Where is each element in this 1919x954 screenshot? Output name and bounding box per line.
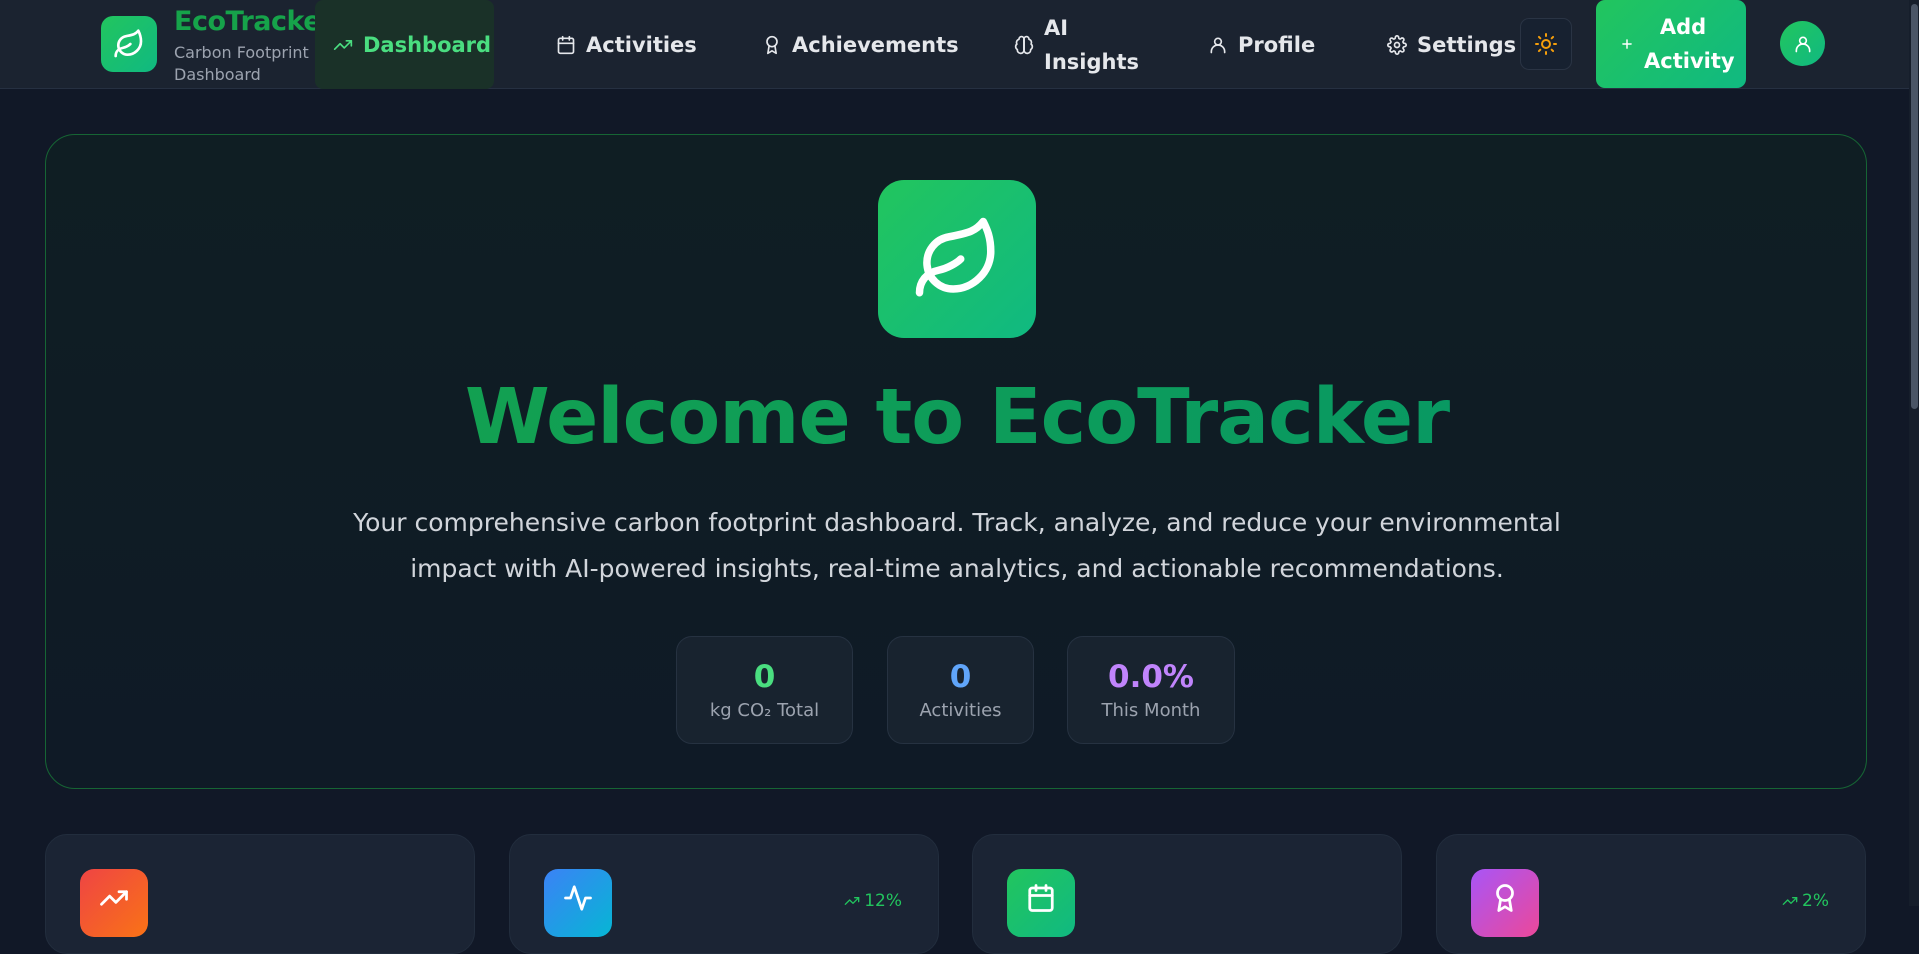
nav-item-label: AI Insights	[1044, 15, 1139, 74]
nav-item-label: Settings	[1417, 32, 1517, 57]
summary-card: 12%	[509, 834, 939, 954]
sun-icon	[1535, 33, 1557, 55]
hero-title: Welcome to EcoTracker	[46, 373, 1868, 462]
stat-this-month: 0.0% This Month	[1067, 636, 1235, 744]
stat-activities: 0 Activities	[887, 636, 1034, 744]
nav-item-label: Dashboard	[363, 32, 492, 57]
nav-item-ai-insights[interactable]: AI Insights	[1014, 0, 1139, 89]
leaf-icon	[114, 29, 143, 58]
trend-value: 2%	[1802, 891, 1829, 911]
calendar-icon	[556, 35, 576, 55]
trend-value: 12%	[864, 891, 902, 911]
trending-up-icon	[1782, 897, 1798, 905]
stat-total-co2: 0 kg CO₂ Total	[676, 636, 853, 744]
welcome-hero: Welcome to EcoTracker Your comprehensive…	[45, 134, 1867, 789]
leaf-icon	[915, 217, 995, 297]
nav-item-label: Activities	[586, 32, 697, 57]
brand-name: EcoTracker	[174, 6, 334, 37]
trending-up-icon	[333, 35, 353, 55]
stat-label: Activities	[919, 700, 1002, 721]
gear-icon	[1387, 34, 1407, 55]
theme-toggle-button[interactable]	[1520, 18, 1572, 70]
brand-subtitle: Carbon Footprint Dashboard	[174, 43, 309, 84]
plus-icon	[1622, 39, 1632, 49]
trend-indicator: 2%	[1782, 891, 1829, 911]
nav-item-label: Profile	[1238, 32, 1316, 57]
summary-card	[972, 834, 1402, 954]
nav-item-label: Achievements	[792, 32, 959, 57]
stat-value: 0	[949, 659, 972, 695]
calendar-icon	[1007, 869, 1075, 937]
activity-icon	[544, 869, 612, 937]
stat-value: 0	[753, 659, 776, 695]
brand-logo[interactable]	[101, 16, 157, 72]
nav-item-achievements[interactable]: Achievements	[762, 0, 959, 89]
top-navbar: EcoTracker Carbon Footprint Dashboard Da…	[0, 0, 1919, 89]
page-scrollbar-thumb[interactable]	[1911, 4, 1918, 409]
trending-up-icon	[80, 869, 148, 937]
user-icon	[1795, 36, 1810, 52]
summary-card	[45, 834, 475, 954]
stat-value: 0.0%	[1108, 659, 1194, 695]
brain-icon	[1014, 35, 1034, 55]
hero-description: Your comprehensive carbon footprint dash…	[353, 508, 1561, 583]
user-icon	[1208, 35, 1228, 55]
user-avatar-button[interactable]	[1780, 21, 1825, 66]
nav-item-activities[interactable]: Activities	[556, 0, 697, 89]
nav-item-profile[interactable]: Profile	[1208, 0, 1315, 89]
add-activity-label: Add Activity	[1644, 15, 1735, 73]
nav-item-settings[interactable]: Settings	[1387, 0, 1516, 89]
nav-item-dashboard[interactable]: Dashboard	[315, 0, 494, 89]
stat-label: kg CO₂ Total	[709, 700, 820, 721]
stat-label: This Month	[1101, 700, 1201, 721]
hero-logo	[878, 180, 1036, 338]
add-activity-button[interactable]: Add Activity	[1596, 0, 1746, 88]
trend-indicator: 12%	[844, 891, 902, 911]
summary-card: 2%	[1436, 834, 1866, 954]
award-icon	[762, 35, 782, 55]
award-icon	[1471, 869, 1539, 937]
trending-up-icon	[844, 897, 860, 905]
